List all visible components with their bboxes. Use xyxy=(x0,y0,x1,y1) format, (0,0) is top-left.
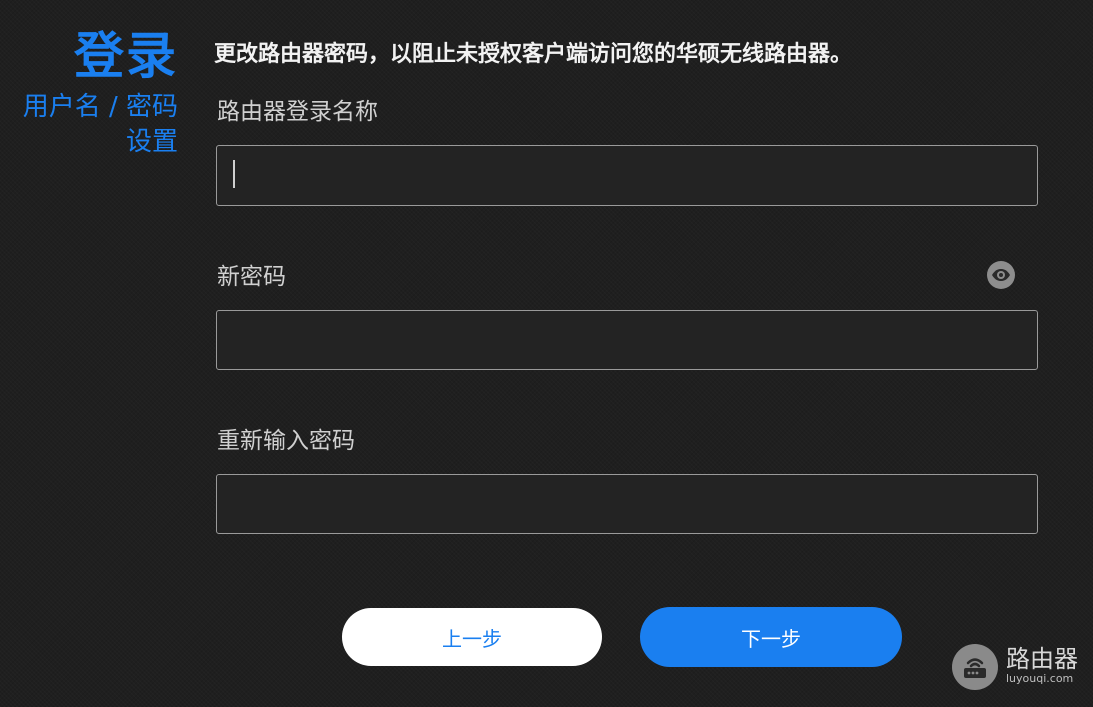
sidebar-title: 登录 xyxy=(74,27,178,85)
new-password-field[interactable] xyxy=(216,310,1038,370)
sidebar-subtitle: 用户名 / 密码 xyxy=(22,92,178,122)
new-password-input[interactable] xyxy=(217,311,1037,369)
page-heading: 更改路由器密码，以阻止未授权客户端访问您的华硕无线路由器。 xyxy=(214,42,853,67)
login-name-field[interactable] xyxy=(216,145,1038,206)
login-name-input[interactable] xyxy=(217,146,1037,205)
text-caret xyxy=(233,160,235,188)
retype-password-input[interactable] xyxy=(217,475,1037,533)
watermark-title: 路由器 xyxy=(1006,645,1078,673)
next-step-button[interactable]: 下一步 xyxy=(640,607,902,667)
router-icon xyxy=(952,644,998,690)
watermark-url: luyouqi.com xyxy=(1006,672,1074,685)
new-password-label: 新密码 xyxy=(217,264,286,290)
retype-password-field[interactable] xyxy=(216,474,1038,534)
login-name-label: 路由器登录名称 xyxy=(217,99,378,125)
retype-password-label: 重新输入密码 xyxy=(217,428,355,454)
sidebar-subtitle-2: 设置 xyxy=(125,127,178,157)
eye-icon[interactable] xyxy=(987,261,1015,289)
previous-step-button[interactable]: 上一步 xyxy=(342,608,602,666)
